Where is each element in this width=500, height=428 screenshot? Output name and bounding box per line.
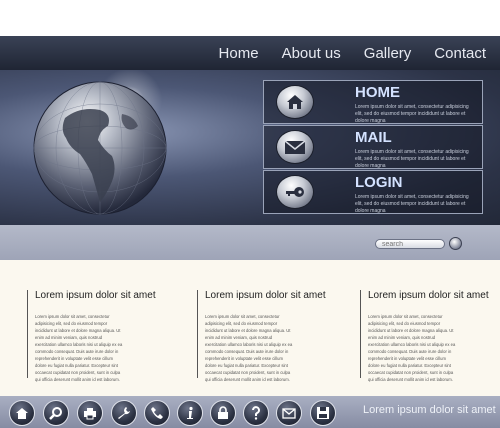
login-panel[interactable]: LOGIN Lorem ipsum dolor sit amet, consec… [263,170,483,214]
column-title: Lorem ipsum dolor sit amet [205,290,326,301]
footer-text: Lorem ipsum dolor sit amet [363,404,496,416]
column-text: Lorem ipsum dolor sit amet, consectetur … [35,314,123,382]
print-icon [84,407,96,419]
home-icon [287,95,303,109]
search-bar [0,225,500,260]
nav-gallery[interactable]: Gallery [364,45,412,62]
globe-image [33,81,167,215]
login-orb [276,175,314,209]
top-navigation: Home About us Gallery Contact [0,36,500,70]
footer-settings-button[interactable] [111,400,137,426]
search-icon [49,407,62,420]
mail-icon [282,407,296,419]
footer-save-button[interactable] [310,400,336,426]
hero-banner: HOME Lorem ipsum dolor sit amet, consect… [0,70,500,225]
info-icon [187,406,193,419]
column-divider [360,290,361,378]
mail-panel-text: Lorem ipsum dolor sit amet, consectetur … [355,149,469,169]
column-title: Lorem ipsum dolor sit amet [368,290,489,301]
mail-orb [276,130,314,164]
home-icon [16,407,28,419]
footer-search-button[interactable] [43,400,69,426]
search-input[interactable] [375,239,445,249]
footer-print-button[interactable] [77,400,103,426]
save-icon [317,407,329,419]
column-divider [197,290,198,378]
footer-info-button[interactable] [177,400,203,426]
help-icon [252,406,260,420]
home-panel[interactable]: HOME Lorem ipsum dolor sit amet, consect… [263,80,483,124]
footer-lock-button[interactable] [210,400,236,426]
key-icon [286,187,304,197]
column-title: Lorem ipsum dolor sit amet [35,290,156,301]
content-area: Lorem ipsum dolor sit amet Lorem ipsum d… [0,260,500,396]
column-divider [27,290,28,378]
mail-panel[interactable]: MAIL Lorem ipsum dolor sit amet, consect… [263,125,483,169]
mail-panel-title: MAIL [355,129,392,146]
footer-toolbar: Lorem ipsum dolor sit amet [0,396,500,428]
mail-icon [284,140,306,154]
column-text: Lorem ipsum dolor sit amet, consectetur … [368,314,456,382]
top-whitespace [0,0,500,36]
nav-about-us[interactable]: About us [282,45,341,62]
phone-icon [151,407,163,419]
home-panel-title: HOME [355,84,400,101]
login-panel-text: Lorem ipsum dolor sit amet, consectetur … [355,194,469,214]
lock-icon [218,406,228,419]
footer-help-button[interactable] [243,400,269,426]
search-button[interactable] [449,237,462,250]
footer-mail-button[interactable] [276,400,302,426]
column-text: Lorem ipsum dolor sit amet, consectetur … [205,314,293,382]
wrench-icon [118,407,130,419]
nav-contact[interactable]: Contact [434,45,486,62]
home-orb [276,85,314,119]
login-panel-title: LOGIN [355,174,403,191]
home-panel-text: Lorem ipsum dolor sit amet, consectetur … [355,104,469,124]
nav-home[interactable]: Home [219,45,259,62]
footer-home-button[interactable] [9,400,35,426]
footer-phone-button[interactable] [144,400,170,426]
